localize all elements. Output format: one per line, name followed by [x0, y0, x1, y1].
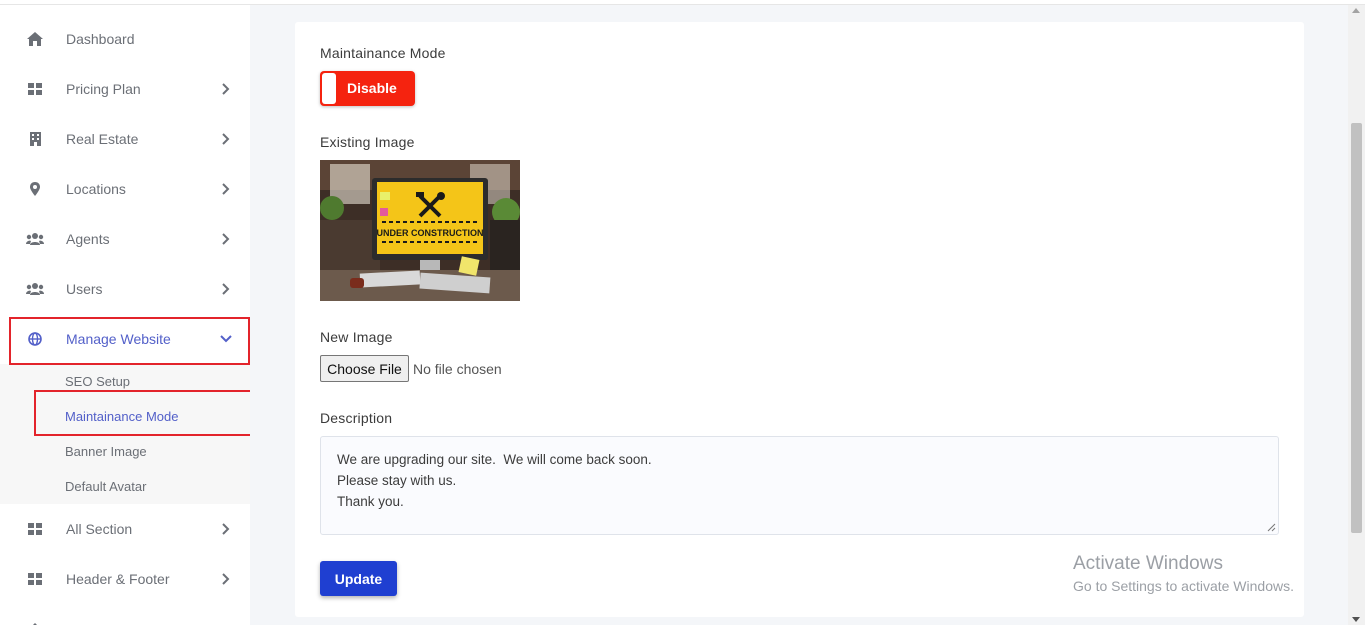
maintainance-mode-toggle[interactable]: Disable [320, 71, 415, 106]
submenu-item-seo-setup[interactable]: SEO Setup [0, 364, 250, 399]
chevron-right-icon [219, 572, 233, 586]
partial-icon [26, 620, 44, 625]
sidebar-item-dashboard[interactable]: Dashboard [0, 14, 250, 64]
resize-handle-icon[interactable] [1267, 523, 1276, 532]
under-construction-text: UNDER CONSTRUCTION [377, 228, 484, 238]
grid-icon [26, 570, 44, 588]
chevron-down-icon [219, 332, 233, 346]
scroll-down-arrow-icon[interactable] [1352, 617, 1360, 622]
chevron-right-icon [219, 182, 233, 196]
sidebar-item-locations[interactable]: Locations [0, 164, 250, 214]
new-image-label: New Image [320, 329, 393, 345]
description-textarea[interactable]: We are upgrading our site. We will come … [320, 436, 1279, 535]
toggle-label: Disable [347, 80, 397, 96]
submenu-item-maintainance-mode[interactable]: Maintainance Mode [0, 399, 250, 434]
existing-image: UNDER CONSTRUCTION [320, 160, 520, 301]
globe-icon [26, 330, 44, 348]
activate-windows-subtitle: Go to Settings to activate Windows. [1073, 578, 1294, 594]
sidebar-item-real-estate[interactable]: Real Estate [0, 114, 250, 164]
manage-website-submenu: SEO Setup Maintainance Mode Banner Image… [0, 364, 250, 504]
grid-icon [26, 520, 44, 538]
scrollbar-thumb[interactable] [1351, 123, 1362, 533]
users-icon [26, 230, 44, 248]
grid-icon [26, 80, 44, 98]
scroll-up-arrow-icon[interactable] [1352, 8, 1360, 13]
users-icon [26, 280, 44, 298]
chevron-right-icon [219, 82, 233, 96]
vertical-scrollbar[interactable] [1348, 5, 1365, 625]
sidebar-item-partial[interactable] [0, 604, 250, 625]
map-marker-icon [26, 180, 44, 198]
sidebar-item-all-section[interactable]: All Section [0, 504, 250, 554]
activate-windows-title: Activate Windows [1073, 553, 1223, 574]
description-line: Thank you. [337, 494, 404, 509]
update-button[interactable]: Update [320, 561, 397, 596]
submenu-item-banner-image[interactable]: Banner Image [0, 434, 250, 469]
toggle-knob [322, 73, 336, 104]
description-line: We are upgrading our site. We will come … [337, 452, 652, 467]
existing-image-label: Existing Image [320, 134, 415, 150]
maintainance-mode-label: Maintainance Mode [320, 45, 446, 61]
description-line: Please stay with us. [337, 473, 457, 488]
file-status-text: No file chosen [413, 361, 502, 377]
sidebar-item-pricing-plan[interactable]: Pricing Plan [0, 64, 250, 114]
chevron-right-icon [219, 132, 233, 146]
sidebar-item-users[interactable]: Users [0, 264, 250, 314]
sidebar-item-manage-website[interactable]: Manage Website [0, 314, 250, 364]
home-icon [26, 30, 44, 48]
chevron-right-icon [219, 232, 233, 246]
sidebar-item-header-footer[interactable]: Header & Footer [0, 554, 250, 604]
description-label: Description [320, 410, 393, 426]
chevron-right-icon [219, 522, 233, 536]
sidebar: Dashboard Pricing Plan Real Estate Locat… [0, 5, 250, 625]
sidebar-item-agents[interactable]: Agents [0, 214, 250, 264]
choose-file-button[interactable]: Choose File [320, 355, 409, 382]
building-icon [26, 130, 44, 148]
chevron-right-icon [219, 282, 233, 296]
submenu-item-default-avatar[interactable]: Default Avatar [0, 469, 250, 504]
